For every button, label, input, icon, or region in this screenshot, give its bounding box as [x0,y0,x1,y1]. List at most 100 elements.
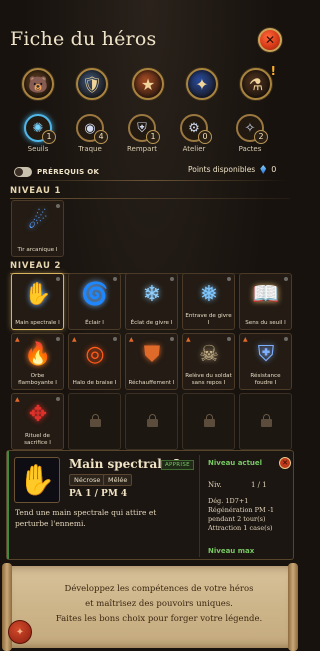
current-level-heading: Niveau actuel [208,459,263,467]
star-badge-icon[interactable]: ★ [132,68,164,100]
skill-stats: Dég. 1D7+1 Régénération PM -1 pendant 2 … [208,497,292,533]
locked-skill-slot[interactable] [182,393,235,450]
level-row: Niv. 1 / 1 [208,481,288,489]
points-value: 0 [271,165,277,174]
close-detail-button[interactable]: ✕ [279,457,291,469]
skill-card[interactable]: ☠ Relève du soldat sans repos I ▲ [182,333,235,390]
star-badge-icon-glyph: ★ [140,74,156,94]
points-label: Points disponibles [188,165,256,174]
undead-soldier-icon: ☠ [199,341,219,367]
category-count: 2 [254,130,268,144]
page-title: Fiche du héros [10,28,157,50]
skill-name-label: Éclat de givre I [130,319,173,326]
cauldron-icon-glyph: ⚗ [248,74,264,94]
learned-badge: APPRISE [161,460,194,470]
divider [10,180,290,181]
locked-skill-slot[interactable] [68,393,121,450]
status-dot [227,277,231,281]
skill-card[interactable]: ⛊ Réchauffement I ▲ [125,333,178,390]
scroll-icon: ✧ 2 [236,114,268,144]
skill-name-label: Résistance foudre I [250,373,281,386]
category-tab-pactes[interactable]: ✧ 2 Pactes [226,114,274,153]
header: Fiche du héros ✕ [0,0,300,64]
category-tab-atelier[interactable]: ⚙ 0 Atelier [170,114,218,153]
category-label: Atelier [182,145,206,153]
spectral-hand-icon: ✋ [14,457,60,503]
banner-line: Développez les compétences de votre héro… [64,584,254,594]
blood-ritual-icon: ✥ [28,401,48,427]
flame-icon: ▲ [15,396,20,403]
status-dot [56,277,60,281]
skill-card[interactable]: ❅ Entrave de givre I [182,273,235,330]
close-button[interactable]: ✕ [258,28,282,52]
prereq-label: PRÉREQUIS OK [37,168,100,176]
fire-shield-icon: ⛊ [143,341,161,367]
shield-icon[interactable]: 🛡 [76,68,108,100]
blue-crystal-icon[interactable]: ✦ [186,68,218,100]
prereq-toggle-row[interactable]: PRÉREQUIS OK [14,166,99,178]
skill-description: Tend une main spectrale qui attire et pe… [15,508,157,528]
stat-line: Dég. 1D7+1 [208,497,249,505]
skill-card[interactable]: ⛨ Résistance foudre I ▲ [239,333,292,390]
category-count: 1 [42,130,56,144]
skill-name-label: Sens du seuil I [245,319,286,326]
status-dot [56,337,60,341]
cauldron-icon[interactable]: ⚗! [240,64,276,100]
locked-skill-slot[interactable] [125,393,178,450]
status-dot [113,277,117,281]
bear-helmet-icon-glyph: 🐻 [28,74,48,94]
banner-line: et maîtrisez des pouvoirs uniques. [85,599,233,609]
status-dot [113,337,117,341]
skill-name-label: Rituel de sacrifice I [24,433,51,446]
category-tab-rempart[interactable]: ⛨ 1 Rempart [118,114,166,153]
blue-crystal-icon-glyph: ✦ [195,74,209,94]
level-2-heading: NIVEAU 2 [10,261,291,274]
skill-card[interactable]: ❄ Éclat de givre I [125,273,178,330]
skill-card[interactable]: 🌀 Éclair I [68,273,121,330]
parchment-banner: Développez les compétences de votre héro… [2,563,298,651]
bear-helmet-icon[interactable]: 🐻 [22,68,54,100]
skill-card[interactable]: ☄ Tir arcanique I [11,200,64,257]
available-points: Points disponibles 0 [188,165,276,174]
wax-seal-icon: ✦ [8,620,32,644]
category-count: 1 [146,130,160,144]
locked-skill-slot[interactable] [239,393,292,450]
shield-icon-glyph: 🛡 [81,74,103,94]
lock-icon [90,414,101,427]
rune-circle-icon: ✺ 1 [24,114,56,144]
skill-categories: ✺ 1 Seuils ◉ 4 Traque ⛨ 1 Rempart ⚙ 0 Atelier ✧ 2 Pact… [0,114,300,164]
lock-icon [147,414,158,427]
status-dot [227,337,231,341]
category-tab-traque[interactable]: ◉ 4 Traque [66,114,114,153]
close-icon: ✕ [264,33,276,47]
skill-card[interactable]: ◎ Halo de braise I ▲ [68,333,121,390]
skill-name-label: Orbe flamboyante I [18,373,57,386]
lock-icon [261,414,272,427]
stat-line: Attraction 1 case(s) [208,524,273,532]
spellbook-icon: 📖 [252,281,280,307]
skill-card[interactable]: ✋ Main spectrale I [11,273,64,330]
skill-name-label: Relève du soldat sans repos I [185,373,232,386]
spectral-hand-icon: ✋ [24,281,52,307]
flame-icon: ▲ [129,336,134,343]
lightning-shield-icon: ⛨ [257,341,275,367]
skill-card[interactable]: ✥ Rituel de sacrifice I ▲ [11,393,64,450]
gear-icon: ⚙ 0 [180,114,212,144]
arcane-bolt-icon: ☄ [28,208,48,234]
skill-detail-panel: ✋ Main spectrale I APPRISE Nécrose Mêlée… [6,450,294,560]
category-label: Rempart [126,145,158,153]
skill-tag-chip: Mêlée [103,474,133,486]
lock-icon [204,414,215,427]
skill-name-label: Tir arcanique I [17,246,58,253]
flame-icon: ▲ [243,336,248,343]
flame-icon: ▲ [72,336,77,343]
skill-name-label: Main spectrale I [15,319,60,326]
skill-card[interactable]: 🔥 Orbe flamboyante I ▲ [11,333,64,390]
frost-shard-icon: ❄ [142,281,162,307]
category-tab-seuils[interactable]: ✺ 1 Seuils [14,114,62,153]
prereq-toggle[interactable] [14,167,32,177]
skill-card[interactable]: 📖 Sens du seuil I [239,273,292,330]
eye-icon: ◉ 4 [76,114,108,144]
max-level-heading: Niveau max [208,547,255,555]
skill-tag-chip: Nécrose [69,474,106,486]
